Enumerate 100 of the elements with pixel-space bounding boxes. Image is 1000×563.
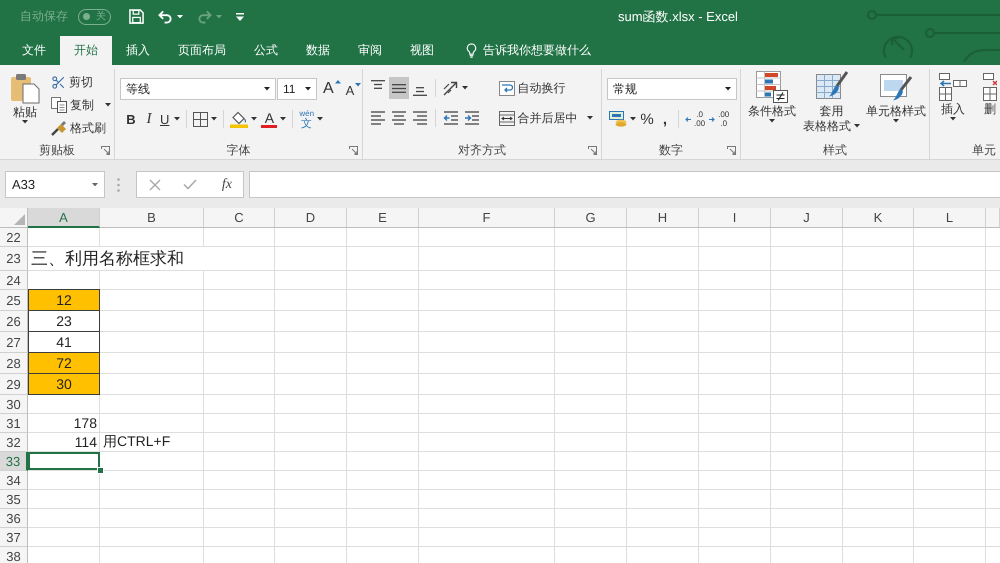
cell-styles-button[interactable]: 单元格样式 [863, 69, 929, 122]
caret-icon [92, 182, 98, 186]
bold-button[interactable]: B [122, 108, 140, 130]
column-header[interactable]: L [914, 208, 986, 228]
column-header[interactable]: I [699, 208, 771, 228]
align-middle-button[interactable] [389, 77, 409, 99]
row-header[interactable]: 37 [0, 528, 28, 547]
caret-icon [211, 117, 218, 121]
group-label: 对齐方式 [458, 142, 506, 158]
row-header[interactable]: 35 [0, 490, 28, 509]
paste-button[interactable]: 粘贴 [5, 70, 45, 124]
sheet-cell[interactable]: 30 [28, 373, 100, 395]
column-header[interactable]: J [771, 208, 843, 228]
align-top-icon [370, 80, 386, 89]
fill-handle-icon[interactable] [97, 467, 104, 474]
row-header[interactable]: 38 [0, 547, 28, 563]
clipboard-icon [9, 72, 41, 104]
row-header[interactable]: 24 [0, 271, 28, 290]
italic-button[interactable]: I [140, 108, 158, 130]
row-header[interactable]: 36 [0, 509, 28, 528]
copy-icon [51, 97, 67, 113]
caret-icon [630, 117, 636, 121]
row-header[interactable]: 30 [0, 395, 28, 414]
wrap-text-button[interactable]: 自动换行 [496, 77, 601, 99]
percent-button[interactable]: % [638, 108, 656, 130]
sheet-cell[interactable]: 23 [28, 310, 100, 332]
caret-up-icon [334, 80, 341, 84]
format-as-table-button[interactable]: 套用 表格格式 [800, 69, 863, 133]
column-header[interactable]: G [555, 208, 627, 228]
group-label: 字体 [226, 142, 250, 158]
column-header[interactable]: K [843, 208, 914, 228]
row-header[interactable]: 23 [0, 247, 28, 271]
ribbon-tab[interactable]: 开始 [60, 36, 112, 65]
name-box[interactable]: A33 [5, 171, 105, 198]
ribbon-tab[interactable]: 页面布局 [164, 36, 240, 65]
column-header[interactable]: E [347, 208, 419, 228]
sheet-cell[interactable]: 178 [28, 414, 100, 433]
comma-button[interactable]: , [656, 108, 674, 130]
tell-me-button[interactable]: 告诉我你想要做什么 [462, 36, 595, 65]
font-size-dropdown[interactable]: 11 [277, 78, 317, 100]
row-header[interactable]: 25 [0, 290, 28, 311]
sheet-cell[interactable]: 用CTRL+F [100, 433, 204, 452]
row-header[interactable]: 31 [0, 414, 28, 433]
column-header[interactable]: D [275, 208, 347, 228]
conditional-formatting-button[interactable]: 条件格式 [744, 69, 800, 122]
autosave-label: 自动保存 [20, 8, 68, 25]
line-caret-icon [236, 12, 244, 20]
row-header[interactable]: 29 [0, 374, 28, 395]
shrink-font-button[interactable]: A [344, 78, 362, 100]
delete-button[interactable]: 删 [982, 71, 998, 116]
insert-function-button[interactable]: fx [220, 176, 234, 192]
row-header[interactable]: 27 [0, 332, 28, 353]
format-painter-button[interactable]: 格式刷 [49, 118, 113, 138]
ribbon-tab[interactable]: 数据 [292, 36, 344, 65]
ribbon-tab[interactable]: 文件 [8, 36, 60, 65]
color-bar-icon [261, 124, 278, 128]
formula-input[interactable] [249, 171, 1000, 198]
underline-button[interactable]: U [158, 108, 182, 130]
number-format-dropdown[interactable]: 常规 [607, 78, 737, 100]
ribbon-tab[interactable]: 公式 [240, 36, 292, 65]
row-header[interactable]: 33 [0, 452, 28, 471]
column-header[interactable]: F [419, 208, 555, 228]
column-header[interactable]: H [627, 208, 699, 228]
merge-center-button[interactable]: 合并后居中 [496, 107, 601, 129]
row-header[interactable]: 26 [0, 311, 28, 332]
phonetic-button[interactable]: wén 文 [297, 108, 326, 130]
copy-button[interactable]: 复制 [49, 95, 113, 115]
font-color-button[interactable]: A [259, 108, 288, 130]
row-header[interactable]: 34 [0, 471, 28, 490]
grow-font-button[interactable]: A [321, 78, 343, 100]
column-header[interactable]: A [28, 208, 100, 228]
column-header[interactable]: C [204, 208, 275, 228]
banknote-icon [609, 111, 627, 127]
vertical-dots-icon [117, 178, 120, 192]
insert-button[interactable]: 插入 [938, 71, 968, 120]
sheet-cell[interactable]: 41 [28, 331, 100, 353]
align-center-icon [391, 111, 407, 125]
sheet-cell[interactable]: 12 [28, 289, 100, 311]
caret-icon [769, 119, 775, 122]
dialog-launcher-icon[interactable] [727, 146, 736, 154]
caret-icon [355, 83, 362, 86]
cut-button[interactable]: 剪切 [49, 72, 113, 92]
ribbon-tab[interactable]: 视图 [396, 36, 448, 65]
increase-decimal-button[interactable]: .0 .00 [683, 108, 708, 130]
sheet-cell[interactable]: 114 [28, 433, 100, 452]
dialog-launcher-icon[interactable] [101, 146, 110, 154]
row-header[interactable]: 32 [0, 433, 28, 452]
dialog-launcher-icon[interactable] [588, 146, 597, 154]
row-header[interactable]: 22 [0, 228, 28, 247]
caret-icon [22, 120, 28, 124]
font-name-dropdown[interactable]: 等线 [120, 78, 276, 100]
align-right-icon [412, 111, 428, 125]
check-icon[interactable] [183, 179, 198, 190]
row-header[interactable]: 28 [0, 353, 28, 374]
ribbon-tab[interactable]: 插入 [112, 36, 164, 65]
dialog-launcher-icon[interactable] [349, 146, 358, 154]
column-header[interactable]: B [100, 208, 204, 228]
decrease-decimal-button[interactable]: .00 .0 [707, 108, 732, 130]
ribbon-tab[interactable]: 审阅 [344, 36, 396, 65]
sheet-cell[interactable]: 72 [28, 352, 100, 374]
